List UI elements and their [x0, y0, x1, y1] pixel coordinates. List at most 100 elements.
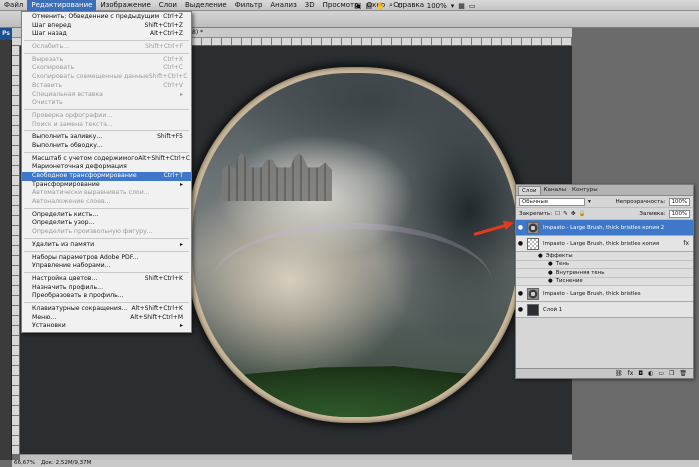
menu-select[interactable]: Выделение — [181, 0, 231, 11]
menu-item-label: Управление наборами... — [32, 262, 111, 270]
edit-menu-item: Определить произвольную фигуру... — [22, 228, 191, 237]
bridge-icon[interactable]: ▣ — [355, 2, 362, 10]
menu-item-shortcut: Ctrl+C — [163, 64, 183, 72]
eye-icon[interactable]: ● — [516, 290, 525, 297]
layer-name[interactable]: Слой 1 — [543, 307, 562, 313]
menu-item-shortcut: Shift+Ctrl+Z — [144, 21, 183, 29]
eye-icon[interactable]: ● — [548, 269, 553, 278]
edit-menu-item[interactable]: Отменить: Обведенние с предыдущим Ctrl+Z — [22, 13, 191, 22]
menu-analysis[interactable]: Анализ — [266, 0, 300, 11]
submenu-arrow-icon: ▸ — [179, 90, 183, 98]
edit-menu-item[interactable]: Определить узор... — [22, 219, 191, 228]
tab-channels[interactable]: Каналы — [541, 186, 569, 195]
lock-position-icon[interactable]: ✥ — [571, 211, 576, 217]
menu-item-label: Назначить профиль... — [32, 283, 104, 291]
opacity-input[interactable]: 100% — [668, 197, 690, 206]
edit-menu-item: Скопировать Ctrl+C — [22, 64, 191, 73]
chevron-down-icon[interactable]: ▾ — [451, 2, 455, 10]
edit-menu-item[interactable]: Меню... Alt+Shift+Ctrl+M — [22, 314, 191, 323]
eye-icon[interactable]: ● — [538, 252, 543, 261]
minibridge-icon[interactable]: ▤ — [366, 2, 373, 10]
effects-group[interactable]: ● Эффекты — [516, 252, 693, 261]
edit-menu-item[interactable]: Назначить профиль... — [22, 284, 191, 293]
menu-filter[interactable]: Фильтр — [231, 0, 267, 11]
edit-menu-item[interactable]: Шаг вперед Shift+Ctrl+Z — [22, 22, 191, 31]
effect-item[interactable]: ● Тень — [516, 260, 693, 269]
layer-row[interactable]: ● Impasto - Large Brush, thick bristles … — [516, 220, 693, 236]
menu-file[interactable]: Файл — [0, 0, 27, 11]
layer-row[interactable]: ● Impasto - Large Brush, thick bristles — [516, 286, 693, 302]
arrange-documents-icon[interactable]: ▦ — [458, 2, 465, 10]
rotate-view-icon[interactable]: ↻ — [397, 2, 403, 10]
lock-transparency-icon[interactable]: ☐ — [555, 211, 560, 217]
edit-menu-item[interactable]: Трансформирование ▸ — [22, 181, 191, 190]
menu-item-label: Скопировать совмещенные данные — [32, 73, 149, 81]
edit-menu-item[interactable]: Выполнить обводку... — [22, 142, 191, 151]
menu-3d[interactable]: 3D — [301, 0, 319, 11]
edit-menu-item[interactable]: Марионеточная деформация — [22, 163, 191, 172]
menu-item-label: Выполнить обводку... — [32, 141, 103, 149]
menu-item-label: Ослабить... — [32, 43, 70, 51]
lock-label: Закрепить: — [519, 210, 553, 217]
edit-menu-item[interactable]: Установки ▸ — [22, 322, 191, 331]
edit-menu-item[interactable]: Свободное трансформирование Ctrl+T — [22, 172, 191, 181]
edit-menu-item[interactable]: Настройка цветов... Shift+Ctrl+K — [22, 275, 191, 284]
edit-menu-item[interactable]: Удалить из памяти ▸ — [22, 241, 191, 250]
menu-item-shortcut: Ctrl+Z — [163, 13, 183, 20]
effect-item[interactable]: ● Внутренняя тень — [516, 269, 693, 278]
fill-input[interactable]: 100% — [668, 209, 690, 218]
new-layer-icon[interactable]: ❐ — [669, 370, 674, 377]
eye-icon[interactable]: ● — [516, 224, 525, 231]
trash-icon[interactable]: 🗑 — [679, 370, 687, 377]
lock-pixels-icon[interactable]: ✎ — [563, 211, 568, 217]
menu-item-label: Очистить — [32, 99, 63, 107]
hand-icon[interactable]: ✋ — [376, 2, 385, 10]
layer-name[interactable]: Impasto - Large Brush, thick bristles ко… — [543, 225, 664, 231]
layer-row[interactable]: ● Слой 1 — [516, 302, 693, 318]
menu-layers[interactable]: Слои — [155, 0, 181, 11]
submenu-arrow-icon: ▸ — [179, 322, 183, 330]
screen-mode-icon[interactable]: ▭ — [469, 2, 476, 10]
menu-item-label: Вырезать — [32, 55, 64, 63]
zoom-tool-icon[interactable]: ⌕ — [389, 1, 393, 10]
eye-icon[interactable]: ● — [548, 277, 553, 286]
edit-menu-item[interactable]: Преобразовать в профиль... — [22, 292, 191, 301]
new-group-icon[interactable]: ▭ — [658, 370, 664, 377]
edit-menu-item[interactable]: Шаг назад Alt+Ctrl+Z — [22, 30, 191, 39]
effect-item[interactable]: ● Тиснение — [516, 277, 693, 286]
edit-menu-item[interactable]: Масштаб с учетом содержимого Alt+Shift+Ct… — [22, 155, 191, 164]
zoom-level[interactable]: 100% — [427, 2, 447, 10]
lock-all-icon[interactable]: 🔒 — [579, 211, 586, 217]
blend-mode-select[interactable]: Обычные — [519, 197, 585, 206]
layer-row[interactable]: ● Impasto - Large Brush, thick bristles … — [516, 236, 693, 252]
edit-menu-item: Вставить Ctrl+V — [22, 82, 191, 91]
fx-icon[interactable]: fx — [683, 240, 689, 247]
menu-item-label: Шаг назад — [32, 30, 67, 38]
edit-menu-item[interactable]: Наборы параметров Adobe PDF... — [22, 254, 191, 263]
add-style-icon[interactable]: fx — [628, 370, 634, 377]
blend-opacity-row: Обычные ▾ Непрозрачность: 100% — [516, 196, 693, 208]
eye-icon[interactable]: ● — [548, 260, 553, 269]
menu-image[interactable]: Изображение — [96, 0, 154, 11]
adjustment-layer-icon[interactable]: ◐ — [648, 370, 653, 377]
eye-icon[interactable]: ● — [516, 306, 525, 313]
edit-menu-item[interactable]: Выполнить заливку... Shift+F5 — [22, 133, 191, 142]
tab-paths[interactable]: Контуры — [569, 186, 601, 195]
menu-item-shortcut: Shift+F5 — [157, 133, 183, 141]
chevron-down-icon[interactable]: ▾ — [588, 199, 591, 205]
layer-name[interactable]: Impasto - Large Brush, thick bristles — [543, 291, 641, 297]
edit-menu-item[interactable]: Определить кисть... — [22, 211, 191, 220]
menu-item-label: Определить кисть... — [32, 210, 99, 218]
artwork-frame — [186, 67, 524, 423]
tab-layers[interactable]: Слои — [518, 186, 541, 195]
edit-menu-item: Вырезать Ctrl+X — [22, 56, 191, 65]
status-zoom[interactable]: 66,67% — [14, 460, 35, 467]
menu-edit[interactable]: Редактирование — [27, 0, 97, 11]
link-layers-icon[interactable]: ⛓ — [615, 370, 623, 377]
layer-name[interactable]: Impasto - Large Brush, thick bristles ко… — [543, 241, 659, 247]
edit-menu-item[interactable]: Управление наборами... — [22, 262, 191, 271]
edit-menu-item[interactable]: Клавиатурные сокращения... Alt+Shift+Ctrl… — [22, 305, 191, 314]
add-mask-icon[interactable]: ◘ — [638, 370, 643, 377]
eye-icon[interactable]: ● — [516, 240, 525, 247]
submenu-arrow-icon: ▸ — [179, 240, 183, 248]
